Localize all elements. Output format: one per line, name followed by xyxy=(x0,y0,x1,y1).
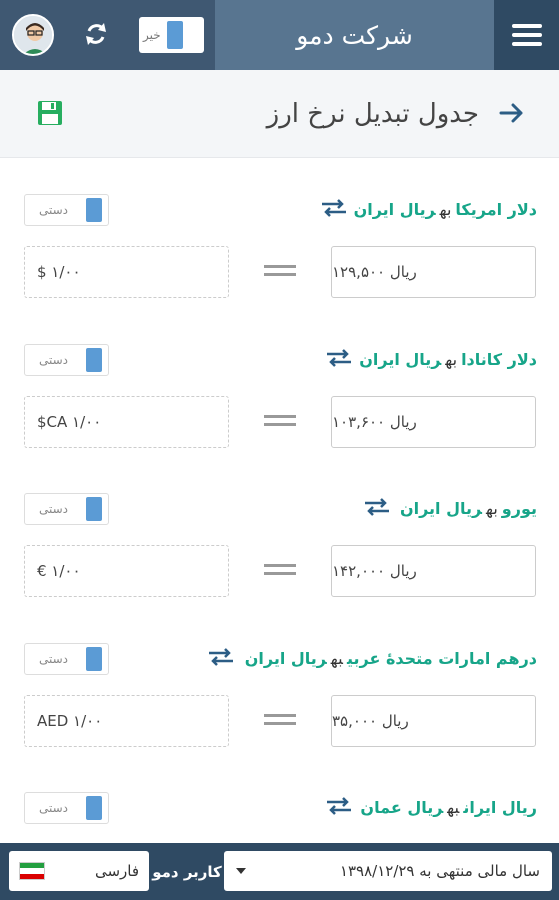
menu-button[interactable] xyxy=(494,0,559,70)
mode-label: دستی xyxy=(39,203,69,217)
foreign-amount: AED ۱/۰۰ xyxy=(24,695,229,747)
fiscal-year-selector[interactable]: سال مالی منتهی به ۱۳۹۸/۱۲/۲۹ xyxy=(224,851,552,891)
toggle-knob xyxy=(166,21,183,49)
swap-button[interactable] xyxy=(320,198,348,218)
to-currency: ریال ایران xyxy=(359,350,442,369)
chevron-down-icon xyxy=(236,868,246,874)
rate-row: دستی ریال ایرانبهریال عمان xyxy=(0,788,559,843)
rial-amount-input[interactable]: ریال ۳۵,۰۰۰ xyxy=(331,695,536,747)
header-toggle[interactable]: خیر xyxy=(139,17,204,53)
manual-mode-toggle[interactable]: دستی xyxy=(24,643,109,675)
floppy-disk-icon xyxy=(38,101,62,125)
rate-row: دستی درهم امارات متحدهٔ عربیبهریال ایران… xyxy=(0,639,559,789)
equals-icon xyxy=(264,265,296,279)
equals-icon xyxy=(264,415,296,429)
swap-button[interactable] xyxy=(325,796,353,816)
to-currency: ریال عمان xyxy=(360,798,444,817)
equals-icon xyxy=(264,564,296,578)
language-label: فارسی xyxy=(94,862,139,880)
language-selector[interactable]: فارسی xyxy=(9,851,149,891)
toggle-knob xyxy=(86,796,102,820)
rate-row: دستی یوروبهریال ایران € ۱/۰۰ ریال ۱۴۲,۰۰… xyxy=(0,489,559,639)
from-currency: دلار امریکا xyxy=(455,200,537,219)
toggle-knob xyxy=(86,348,102,372)
connector: به xyxy=(485,499,498,518)
bottom-bar: فارسی کاربر دمو سال مالی منتهی به ۱۳۹۸/۱… xyxy=(0,843,559,900)
rate-row: دستی دلار امریکابهریال ایران $ ۱/۰۰ ریال… xyxy=(0,190,559,340)
title-bar: جدول تبدیل نرخ ارز xyxy=(0,70,559,158)
swap-button[interactable] xyxy=(325,348,353,368)
toggle-knob xyxy=(86,647,102,671)
rate-label: یوروبهریال ایران xyxy=(400,499,537,518)
foreign-amount: € ۱/۰۰ xyxy=(24,545,229,597)
iran-flag-icon xyxy=(19,862,45,880)
save-button[interactable] xyxy=(37,100,63,126)
avatar-icon xyxy=(14,16,52,54)
connector: به xyxy=(445,350,458,369)
arrow-right-icon xyxy=(499,103,523,123)
swap-arrows-icon xyxy=(327,349,351,367)
company-name: شرکت دمو xyxy=(215,0,494,70)
swap-arrows-icon xyxy=(327,797,351,815)
manual-mode-toggle[interactable]: دستی xyxy=(24,493,109,525)
swap-button[interactable] xyxy=(363,497,391,517)
swap-button[interactable] xyxy=(207,647,235,667)
user-name: کاربر دمو xyxy=(152,862,222,881)
foreign-amount: $ ۱/۰۰ xyxy=(24,246,229,298)
equals-icon xyxy=(264,714,296,728)
swap-arrows-icon xyxy=(365,498,389,516)
rial-amount-input[interactable]: ریال ۱۲۹,۵۰۰ xyxy=(331,246,536,298)
rial-amount-input[interactable]: ریال ۱۴۲,۰۰۰ xyxy=(331,545,536,597)
rate-label: دلار امریکابهریال ایران xyxy=(354,200,537,219)
manual-mode-toggle[interactable]: دستی xyxy=(24,194,109,226)
from-currency: دلار کانادا xyxy=(461,350,537,369)
connector: به xyxy=(447,798,460,817)
toggle-knob xyxy=(86,497,102,521)
mode-label: دستی xyxy=(39,652,69,666)
manual-mode-toggle[interactable]: دستی xyxy=(24,344,109,376)
rate-label: دلار کانادابهریال ایران xyxy=(359,350,537,369)
rial-amount-input[interactable]: ریال ۱۰۳,۶۰۰ xyxy=(331,396,536,448)
to-currency: ریال ایران xyxy=(353,200,436,219)
mode-label: دستی xyxy=(39,353,69,367)
refresh-button[interactable] xyxy=(80,18,112,50)
rate-row: دستی دلار کانادابهریال ایران $CA ۱/۰۰ ری… xyxy=(0,340,559,490)
foreign-amount: $CA ۱/۰۰ xyxy=(24,396,229,448)
to-currency: ریال ایران xyxy=(244,649,327,668)
back-button[interactable] xyxy=(497,98,527,128)
rate-label: ریال ایرانبهریال عمان xyxy=(360,798,537,817)
fiscal-year-label: سال مالی منتهی به ۱۳۹۸/۱۲/۲۹ xyxy=(339,862,540,880)
page-title: جدول تبدیل نرخ ارز xyxy=(266,99,479,129)
rate-label: درهم امارات متحدهٔ عربیبهریال ایران xyxy=(245,649,537,668)
to-currency: ریال ایران xyxy=(399,499,482,518)
user-avatar[interactable] xyxy=(12,14,54,56)
mode-label: دستی xyxy=(39,502,69,516)
header-toggle-label: خیر xyxy=(143,28,161,42)
from-currency: یورو xyxy=(501,499,537,518)
swap-arrows-icon xyxy=(209,648,233,666)
from-currency: درهم امارات متحدهٔ عربی xyxy=(346,649,537,668)
connector: به xyxy=(330,649,343,668)
toggle-knob xyxy=(86,198,102,222)
swap-arrows-icon xyxy=(322,199,346,217)
top-bar: خیر شرکت دمو xyxy=(0,0,559,70)
connector: به xyxy=(439,200,452,219)
hamburger-icon xyxy=(511,24,542,28)
mode-label: دستی xyxy=(39,801,69,815)
refresh-icon xyxy=(86,23,106,45)
manual-mode-toggle[interactable]: دستی xyxy=(24,792,109,824)
from-currency: ریال ایران xyxy=(463,798,537,817)
